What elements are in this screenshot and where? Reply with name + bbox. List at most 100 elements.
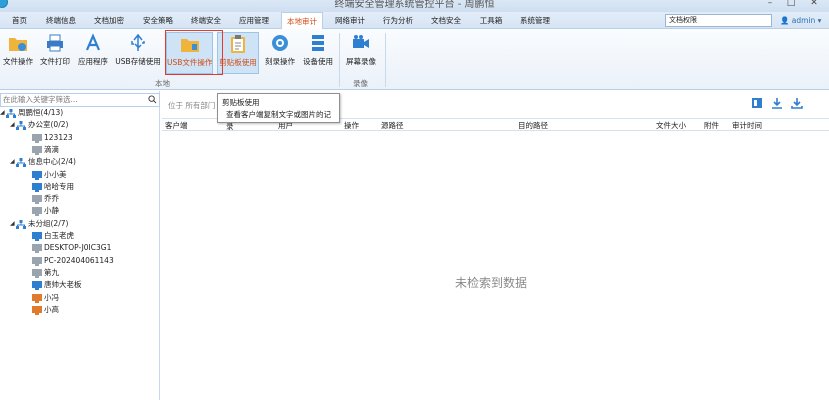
offline-computer-icon [32,207,42,217]
export-icon[interactable] [771,97,783,109]
menu-doc-security[interactable]: 文档安全 [425,12,467,29]
column-header-dest-path[interactable]: 目的路径 [518,120,548,131]
menu-local-audit[interactable]: 本地审计 [281,12,323,30]
usb-icon [131,33,145,51]
user-icon: 👤 [780,16,790,25]
org-group-icon [6,109,16,118]
column-header-client[interactable]: 客户端 [165,120,188,131]
clipboard-icon [231,35,245,53]
expand-toggle-icon[interactable]: ◢ [10,156,15,168]
tree-filter-input[interactable]: 在此输入关键字筛选... [0,93,160,107]
close-icon[interactable]: ✕ [806,0,822,8]
column-header-source-path[interactable]: 源路径 [381,120,404,131]
menu-doc-encrypt[interactable]: 文档加密 [88,12,130,29]
usb-file-operation-button[interactable]: USB文件操作 [166,32,213,74]
user-menu[interactable]: 👤 admin ▾ [780,14,821,27]
column-settings-icon[interactable] [751,97,763,109]
offline-computer-icon [32,256,42,266]
org-group-icon [16,219,26,229]
offline-computer-icon [32,133,42,143]
offline-computer-icon [32,268,42,278]
menu-security-policy[interactable]: 安全策略 [137,12,179,29]
tree-node-label: 小冯 [44,292,59,302]
burn-operation-button[interactable]: 刻录操作 [262,32,298,74]
disc-icon [272,35,288,51]
column-header-operation[interactable]: 操作 [344,120,359,131]
tooltip-text: 查看客户端复制文字或图片的记录 [226,110,331,131]
camera-icon [353,35,369,48]
screen-recording-button[interactable]: 屏幕录像 [343,32,379,74]
tree-node-label: DESKTOP-J0IC3G1 [44,243,112,253]
tree-node-label: 信息中心(2/4) [28,157,76,167]
usb-folder-icon [180,39,199,52]
menu-toolbox[interactable]: 工具箱 [473,12,509,29]
tree-node-label: 周鹏恒(4/13) [18,108,64,117]
clipboard-usage-button[interactable]: 剪贴板使用 [217,32,259,74]
tree-node-label: 哈哈专用 [44,181,74,191]
locked-computer-icon [32,305,42,315]
device-usage-button[interactable]: 设备使用 [300,32,336,74]
app-store-icon [85,33,101,51]
offline-computer-icon [32,244,42,254]
offline-computer-icon [32,195,42,205]
tree-node-label: 滴滴 [44,144,59,154]
org-group-icon [16,121,26,131]
org-group-icon [16,158,26,168]
chevron-down-icon: ▾ [817,16,822,25]
file-print-button[interactable]: 文件打印 [38,32,72,74]
online-computer-icon [32,170,42,180]
application-button[interactable]: 应用程序 [75,32,111,74]
tree-node-label: 小小美 [44,169,67,179]
empty-state-text: 未检索到数据 [455,276,528,290]
menu-network-audit[interactable]: 网络审计 [329,12,371,29]
maximize-icon[interactable]: □ [783,0,799,8]
column-header-audit-time[interactable]: 审计时间 [732,120,762,131]
tree-node-label: 小静 [44,206,59,216]
group-separator [385,33,386,87]
usb-storage-button[interactable]: USB存储使用 [114,32,162,74]
expand-toggle-icon[interactable]: ◢ [0,107,5,119]
ribbon-toolbar: 文件操作 文件打印 应用程序 USB存储使用 USB文件操作 剪贴板使用 刻录操… [0,29,829,90]
expand-toggle-icon[interactable]: ◢ [10,119,15,131]
audit-content-panel: 位于 所有部门 客户端 用户 操作 源路径 目的路径 文件大小 附件 审计时间 … [162,91,829,400]
group-label-recording: 录像 [353,79,368,88]
online-computer-icon [32,281,42,291]
user-name: admin [791,16,816,25]
tree-node-label: 第九 [44,267,59,277]
menu-behavior-analysis[interactable]: 行为分析 [377,12,419,29]
menu-system-management[interactable]: 系统管理 [514,12,556,29]
menu-terminal-info[interactable]: 终端信息 [40,12,82,29]
tree-node-label: 白玉老虎 [44,231,74,240]
menu-home[interactable]: 首页 [3,12,36,29]
tree-node-label: 乔乔 [44,194,59,204]
search-input[interactable]: 文档权限 [665,14,772,27]
tree-node-label: 唐帅大老板 [44,280,82,290]
tree-node-label: 小高 [44,304,59,314]
folder-gear-icon [9,38,27,51]
printer-icon [47,34,63,52]
tree-node-label: 123123 [44,132,73,142]
window-title: 终端安全管理系统管控平台 - 周鹏恒 [334,0,495,10]
minimize-icon[interactable]: – [762,0,778,8]
menu-terminal-security[interactable]: 终端安全 [185,12,227,29]
column-header-file-size[interactable]: 文件大小 [656,120,686,131]
tooltip: 剪贴板使用 查看客户端复制文字或图片的记录 [217,93,340,131]
tooltip-title: 剪贴板使用 [222,98,260,107]
file-operation-button[interactable]: 文件操作 [1,32,35,74]
search-icon[interactable] [148,95,157,104]
breadcrumb: 位于 所有部门 [168,101,216,110]
expand-toggle-icon[interactable]: ◢ [10,218,15,230]
department-tree-panel: 在此输入关键字筛选... ◢ 周鹏恒(4/13) ◢ 办公室(0/2) 123123 滴滴… [0,91,160,400]
group-separator [339,33,340,87]
offline-computer-icon [32,145,42,155]
tree-node-label: 未分组(2/7) [28,218,69,228]
column-header-attachment[interactable]: 附件 [704,120,719,131]
online-computer-icon [32,232,42,241]
locked-computer-icon [32,293,42,303]
menu-app-management[interactable]: 应用管理 [233,12,275,29]
device-icon [312,35,324,51]
tree-node-label: 办公室(0/2) [28,120,69,130]
title-bar: 终端安全管理系统管控平台 - 周鹏恒 – □ ✕ [0,0,829,12]
download-icon[interactable] [791,97,803,109]
group-label-local: 本地 [155,79,170,88]
